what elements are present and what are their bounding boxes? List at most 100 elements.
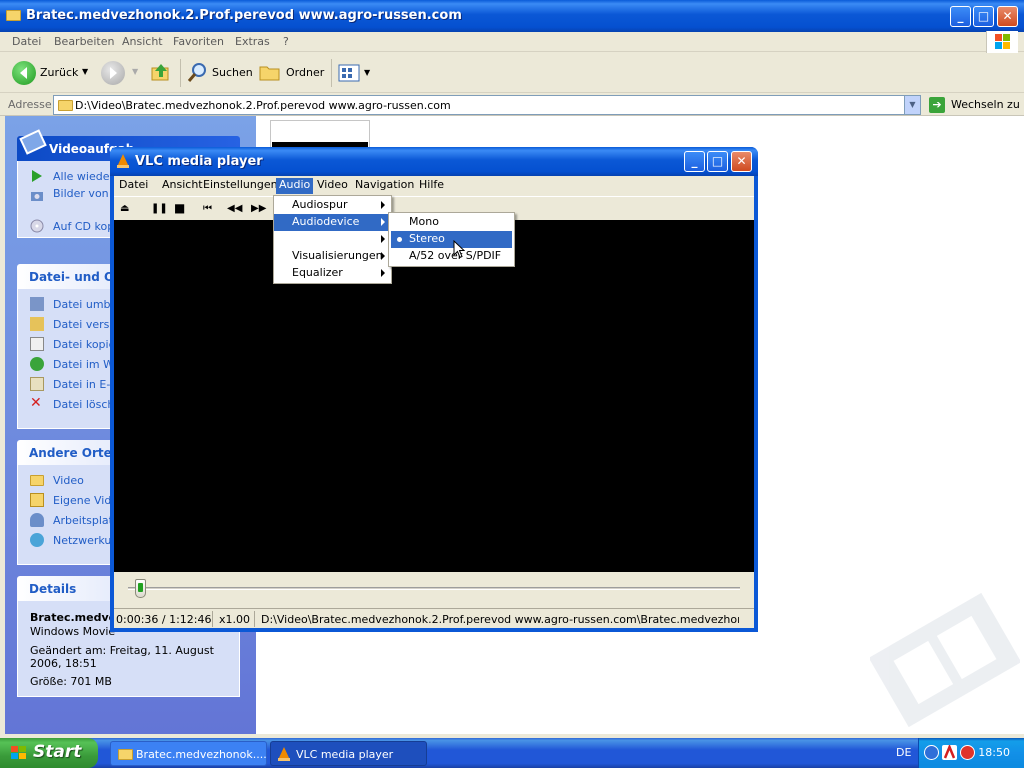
audio-device-item[interactable]: Audiodevice (274, 214, 391, 231)
menu-favoriten[interactable]: Favoriten (173, 35, 224, 48)
network-icon (30, 533, 44, 547)
device-spdif-item[interactable]: A/52 over S/PDIF (391, 248, 512, 265)
tray-back-icon[interactable] (924, 745, 939, 760)
folders-icon[interactable] (259, 62, 281, 82)
vlc-menu-audio[interactable]: Audio (276, 178, 314, 194)
email-tray-icon[interactable] (960, 745, 975, 760)
taskbar-explorer-button[interactable]: Bratec.medvezhonok.... (110, 741, 267, 766)
seek-handle[interactable] (134, 579, 146, 598)
menu-extras[interactable]: Extras (235, 35, 270, 48)
start-button[interactable]: Start (0, 738, 98, 768)
folder-icon (118, 749, 133, 760)
back-arrow-icon[interactable] (12, 61, 36, 85)
vlc-menu-datei[interactable]: Datei (116, 178, 151, 194)
seek-track[interactable] (128, 587, 740, 590)
details-size: Größe: 701 MB (30, 675, 112, 688)
vlc-title-bar[interactable]: VLC media player _ □ ✕ (110, 147, 758, 176)
move-icon (30, 317, 44, 331)
vlc-menu-ansicht[interactable]: Ansicht (159, 178, 206, 194)
address-value: D:\Video\Bratec.medvezhonok.2.Prof.perev… (75, 99, 451, 112)
equalizer-item[interactable]: Equalizer (274, 265, 391, 282)
pause-icon[interactable]: ❚❚ (151, 203, 168, 214)
taskbar-vlc-button[interactable]: VLC media player (270, 741, 427, 766)
back-button-label[interactable]: Zurück (40, 66, 78, 79)
film-folder-icon (30, 493, 44, 507)
menu-datei[interactable]: Datei (12, 35, 41, 48)
fast-forward-icon[interactable]: ▶▶ (251, 203, 266, 214)
previous-icon[interactable]: ⏮ (203, 203, 212, 214)
folder-icon (30, 475, 44, 486)
eject-icon[interactable]: ⏏ (120, 203, 129, 214)
system-tray: 18:50 (918, 738, 1024, 768)
delete-x-icon: ✕ (30, 395, 42, 411)
play-icon (32, 170, 42, 182)
stop-icon[interactable]: ■ (174, 201, 185, 215)
search-button-label[interactable]: Suchen (212, 66, 253, 79)
submenu-arrow-icon (381, 252, 385, 260)
envelope-icon (30, 377, 44, 391)
antivirus-icon[interactable] (942, 743, 957, 760)
explorer-title-bar[interactable]: Bratec.medvezhonok.2.Prof.perevod www.ag… (0, 0, 1024, 32)
film-watermark-icon (868, 585, 1022, 735)
audio-track-item[interactable]: Audiospur (274, 197, 391, 214)
go-button[interactable]: Wechseln zu (951, 98, 1020, 111)
address-bar: Adresse D:\Video\Bratec.medvezhonok.2.Pr… (0, 94, 1024, 116)
address-dropdown-icon[interactable]: ▼ (904, 96, 920, 114)
audio-menu: Audiospur Audiodevice Visualisierungen E… (273, 195, 392, 284)
maximize-button[interactable]: □ (973, 6, 994, 27)
views-dropdown-icon[interactable]: ▼ (364, 68, 370, 77)
audiodevice-submenu: Mono Stereo A/52 over S/PDIF (388, 212, 515, 267)
vlc-cone-icon (117, 154, 129, 168)
vlc-title: VLC media player (135, 154, 263, 169)
forward-dropdown-icon[interactable]: ▼ (132, 67, 138, 76)
camera-icon (31, 192, 43, 201)
vlc-cone-icon (278, 747, 290, 761)
close-button[interactable]: ✕ (997, 6, 1018, 27)
radio-dot-icon (397, 237, 402, 242)
search-icon[interactable] (187, 61, 209, 83)
submenu-arrow-icon (381, 235, 385, 243)
mouse-cursor-icon (453, 239, 466, 259)
vlc-menu-navigation[interactable]: Navigation (352, 178, 417, 194)
rewind-icon[interactable]: ◀◀ (227, 203, 242, 214)
vlc-menu-einstellungen[interactable]: Einstellungen (200, 178, 281, 194)
file-path-display: D:\Video\Bratec.medvezhonok.2.Prof.perev… (261, 613, 739, 626)
speed-display: x1.00 (219, 613, 251, 626)
language-indicator[interactable]: DE (896, 746, 911, 759)
menu-help[interactable]: ? (283, 35, 289, 48)
folder-up-icon[interactable] (150, 61, 172, 83)
device-stereo-item[interactable]: Stereo (391, 231, 512, 248)
device-mono-item[interactable]: Mono (391, 214, 512, 231)
clock[interactable]: 18:50 (978, 746, 1010, 759)
folder-icon (6, 10, 21, 21)
forward-arrow-icon[interactable] (101, 61, 125, 85)
time-display: 0:00:36 / 1:12:46 (116, 613, 212, 626)
folders-button-label[interactable]: Ordner (286, 66, 324, 79)
back-dropdown-icon[interactable]: ▼ (82, 67, 88, 76)
menu-bearbeiten[interactable]: Bearbeiten (54, 35, 114, 48)
address-field[interactable]: D:\Video\Bratec.medvezhonok.2.Prof.perev… (53, 95, 921, 115)
vlc-menu-video[interactable]: Video (314, 178, 351, 194)
cd-icon (30, 219, 44, 233)
audio-channels-item[interactable] (274, 231, 391, 248)
explorer-toolbar: Zurück ▼ ▼ Suchen Ordner ▼ (0, 53, 1024, 93)
video-area[interactable] (114, 220, 754, 572)
windows-logo-icon (11, 746, 26, 759)
menu-ansicht[interactable]: Ansicht (122, 35, 163, 48)
folder-icon (58, 100, 73, 111)
vlc-menu-hilfe[interactable]: Hilfe (416, 178, 447, 194)
seek-bar[interactable] (114, 572, 754, 608)
vlc-minimize-button[interactable]: _ (684, 151, 705, 172)
visualizations-item[interactable]: Visualisierungen (274, 248, 391, 265)
rename-icon (30, 297, 44, 311)
minimize-button[interactable]: _ (950, 6, 971, 27)
views-icon[interactable] (338, 63, 362, 83)
go-arrow-icon[interactable]: ➔ (929, 97, 945, 113)
address-label: Adresse (8, 98, 52, 111)
computer-icon (30, 513, 44, 527)
copy-icon (30, 337, 44, 351)
explorer-title: Bratec.medvezhonok.2.Prof.perevod www.ag… (26, 8, 462, 23)
vlc-close-button[interactable]: ✕ (731, 151, 752, 172)
vlc-maximize-button[interactable]: □ (707, 151, 728, 172)
taskbar: Start Bratec.medvezhonok.... VLC media p… (0, 738, 1024, 768)
